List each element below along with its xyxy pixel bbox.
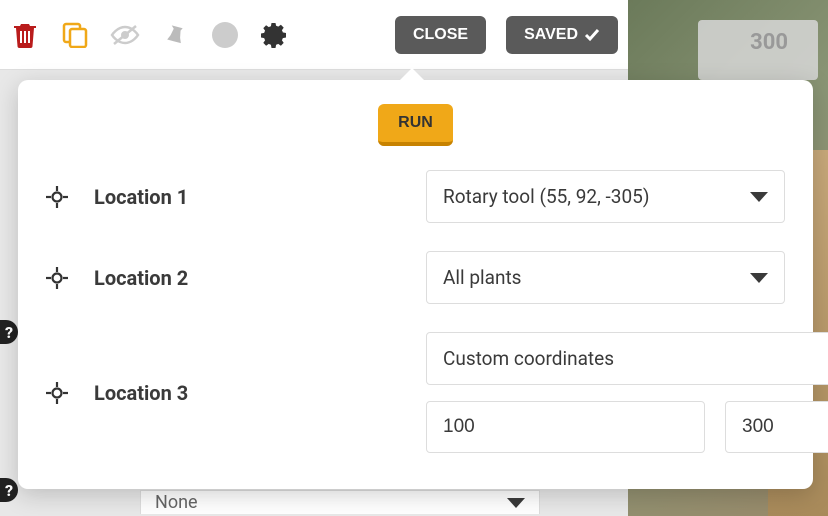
crosshair-icon bbox=[46, 267, 68, 289]
trash-icon[interactable] bbox=[10, 20, 40, 50]
coord-x-input[interactable] bbox=[426, 401, 705, 453]
help-badge[interactable]: ? bbox=[0, 478, 18, 502]
copy-icon[interactable] bbox=[60, 20, 90, 50]
background-select-label: None bbox=[155, 492, 198, 513]
help-badge[interactable]: ? bbox=[0, 320, 18, 344]
location-row-3: Location 3 Custom coordinates bbox=[46, 332, 785, 453]
saved-button-label: SAVED bbox=[524, 26, 578, 44]
location-row-2: Location 2 All plants bbox=[46, 251, 785, 304]
background-select[interactable]: None bbox=[140, 490, 540, 514]
location-1-label: Location 1 bbox=[94, 185, 188, 209]
crosshair-icon bbox=[46, 186, 68, 208]
crosshair-icon bbox=[46, 382, 68, 404]
run-button[interactable]: RUN bbox=[378, 104, 453, 146]
visibility-icon[interactable] bbox=[110, 20, 140, 50]
location-1-value: Rotary tool (55, 92, -305) bbox=[443, 185, 649, 208]
location-1-select[interactable]: Rotary tool (55, 92, -305) bbox=[426, 170, 785, 223]
location-row-1: Location 1 Rotary tool (55, 92, -305) bbox=[46, 170, 785, 223]
settings-panel: RUN Location 1 Rotary tool (55, 92, -305… bbox=[18, 80, 813, 489]
close-button[interactable]: CLOSE bbox=[395, 16, 486, 54]
saved-button[interactable]: SAVED bbox=[506, 16, 618, 54]
location-3-label: Location 3 bbox=[94, 381, 188, 405]
location-2-label: Location 2 bbox=[94, 266, 188, 290]
run-button-label: RUN bbox=[398, 114, 433, 131]
check-icon bbox=[584, 28, 600, 42]
chevron-down-icon bbox=[507, 498, 525, 508]
coord-y-input[interactable] bbox=[725, 401, 828, 453]
location-2-select[interactable]: All plants bbox=[426, 251, 785, 304]
gear-icon[interactable] bbox=[260, 20, 290, 50]
map-grid-number: 300 bbox=[750, 30, 788, 55]
chevron-down-icon bbox=[750, 273, 768, 283]
location-3-value: Custom coordinates bbox=[443, 347, 614, 370]
pin-icon[interactable] bbox=[160, 20, 190, 50]
custom-coordinates-row bbox=[426, 401, 828, 453]
close-button-label: CLOSE bbox=[413, 26, 468, 44]
toolbar: CLOSE SAVED bbox=[0, 0, 628, 70]
chevron-down-icon bbox=[750, 192, 768, 202]
location-3-select[interactable]: Custom coordinates bbox=[426, 332, 828, 385]
color-dot-icon[interactable] bbox=[210, 20, 240, 50]
location-2-value: All plants bbox=[443, 266, 522, 289]
